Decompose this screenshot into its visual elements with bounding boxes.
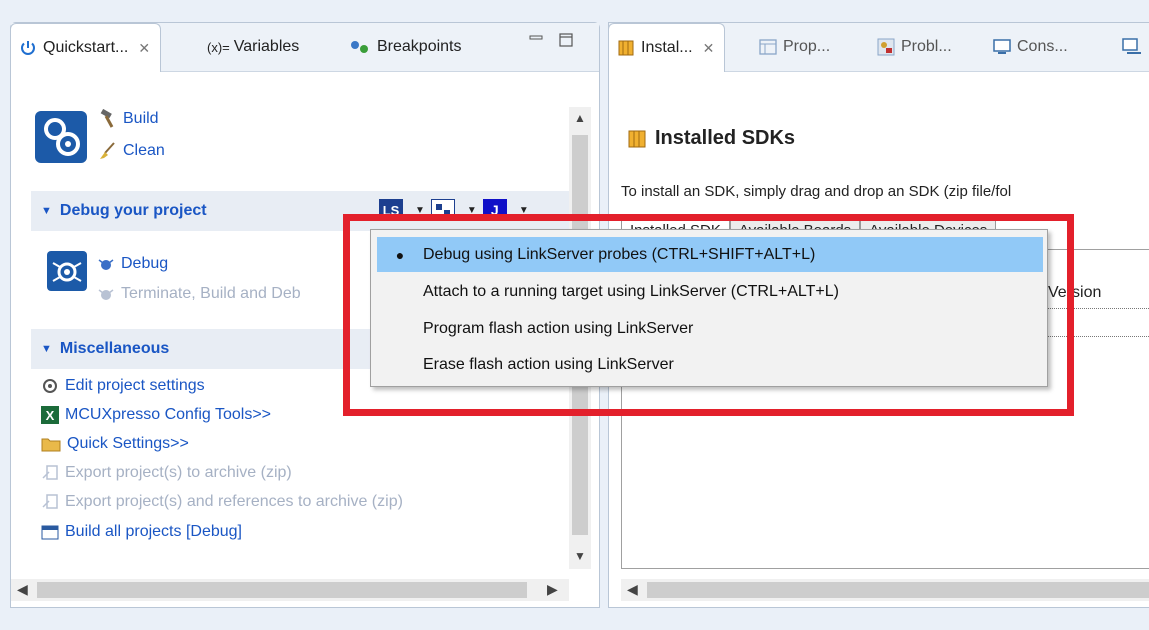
debug-label: Debug [121, 255, 169, 272]
sdk-stack-icon [617, 39, 635, 57]
linkserver-context-menu: ● Debug using LinkServer probes (CTRL+SH… [370, 229, 1048, 387]
menu-item-attach-linkserver[interactable]: Attach to a running target using LinkSer… [377, 274, 1043, 309]
breakpoints-icon [349, 39, 371, 55]
menu-item-label: Debug using LinkServer probes (CTRL+SHIF… [423, 245, 816, 263]
pemicro-dropdown-icon[interactable]: ▼ [467, 205, 477, 216]
broom-icon [97, 141, 117, 161]
misc-section-title: Miscellaneous [59, 340, 170, 357]
folder-settings-icon [41, 435, 61, 453]
clean-label: Clean [123, 142, 165, 159]
tab-console[interactable]: Cons... [993, 25, 1068, 69]
tab-breakpoints[interactable]: Breakpoints [349, 25, 462, 69]
sdk-stack-icon [627, 129, 647, 149]
scroll-up-icon[interactable]: ▲ [574, 111, 586, 125]
console-icon [993, 39, 1011, 55]
menu-item-erase-flash[interactable]: Erase flash action using LinkServer [377, 347, 1043, 382]
scroll-down-icon[interactable]: ▼ [574, 549, 586, 563]
sdk-title-label: Installed SDKs [655, 127, 796, 149]
tab-quickstart-label: Quickstart... [43, 39, 129, 56]
hammer-icon [97, 109, 117, 129]
linkserver-dropdown-icon[interactable]: ▼ [415, 205, 425, 216]
misc-item-build-all[interactable]: Build all projects [Debug] [41, 523, 242, 541]
problems-icon [877, 38, 895, 56]
config-tools-label: MCUXpresso Config Tools>> [65, 406, 272, 423]
power-icon [19, 39, 37, 57]
bug-disabled-icon [97, 285, 115, 303]
properties-icon [759, 39, 777, 55]
build-label: Build [123, 110, 159, 127]
debug-section-title: Debug your project [59, 202, 207, 219]
tab-properties-label: Prop... [783, 38, 831, 55]
left-tab-bar: Quickstart... ✕ (x)= Variables Breakpoin… [10, 23, 599, 72]
tab-installed-sdks[interactable]: Instal... ✕ [608, 23, 726, 72]
tab-problems-label: Probl... [901, 38, 952, 55]
edit-settings-label: Edit project settings [65, 377, 205, 394]
tab-breakpoints-label: Breakpoints [377, 38, 462, 55]
tab-installed-label: Instal... [641, 39, 693, 56]
config-tools-icon: X [41, 406, 59, 424]
debug-bug-icon [47, 251, 87, 291]
left-hscroll-thumb[interactable] [37, 582, 527, 598]
terminate-label: Terminate, Build and Deb [121, 285, 301, 302]
collapse-triangle-icon: ▼ [41, 343, 52, 355]
debug-link[interactable]: Debug [97, 255, 168, 273]
menu-item-label: Erase flash action using LinkServer [423, 355, 674, 373]
right-tab-bar: Instal... ✕ Prop... Probl... Cons... [608, 23, 1149, 72]
build-link[interactable]: Build [97, 109, 159, 129]
column-header-version[interactable]: Version [1048, 284, 1101, 302]
maximize-icon[interactable] [559, 33, 573, 47]
minimize-icon[interactable] [529, 33, 543, 47]
export-archive-icon [41, 464, 59, 482]
tab-console-label: Cons... [1017, 38, 1068, 55]
settings-gear-icon [41, 377, 59, 395]
pemicro-icon[interactable] [430, 199, 455, 221]
scroll-left-icon[interactable]: ◀ [17, 581, 28, 598]
selected-bullet-icon: ● [395, 246, 405, 263]
jlink-dropdown-icon[interactable]: ▼ [519, 205, 529, 216]
menu-item-debug-linkserver[interactable]: ● Debug using LinkServer probes (CTRL+SH… [377, 237, 1043, 272]
quick-settings-label: Quick Settings>> [67, 435, 189, 452]
terminate-build-debug-link: Terminate, Build and Deb [97, 285, 301, 303]
menu-item-program-flash[interactable]: Program flash action using LinkServer [377, 311, 1043, 346]
scroll-left-icon[interactable]: ◀ [627, 581, 638, 598]
misc-section-header[interactable]: ▼ Miscellaneous [31, 329, 371, 369]
linkserver-icon[interactable]: LS [379, 199, 403, 221]
misc-item-quick-settings[interactable]: Quick Settings>> [41, 435, 189, 453]
tab-properties[interactable]: Prop... [759, 25, 830, 69]
scroll-right-icon[interactable]: ▶ [547, 581, 558, 598]
build-gears-icon [35, 111, 87, 163]
segger-jlink-icon[interactable]: J [482, 199, 507, 221]
misc-item-edit-settings[interactable]: Edit project settings [41, 377, 205, 395]
sdk-instructions: To install an SDK, simply drag and drop … [621, 183, 1012, 200]
tab-variables[interactable]: (x)= Variables [207, 25, 299, 69]
collapse-triangle-icon: ▼ [41, 205, 52, 217]
tab-variables-label: Variables [233, 38, 300, 55]
tab-quickstart[interactable]: Quickstart... ✕ [10, 23, 162, 72]
misc-item-export: Export project(s) to archive (zip) [41, 464, 292, 482]
close-tab-icon[interactable]: ✕ [138, 40, 150, 57]
debug-toolbar: LS ▼ ▼ J ▼ [379, 199, 535, 221]
right-hscroll-thumb[interactable] [647, 582, 1149, 598]
export-label: Export project(s) to archive (zip) [65, 464, 292, 481]
clean-link[interactable]: Clean [97, 141, 165, 161]
overflow-view-icon[interactable] [1121, 37, 1143, 57]
variables-icon: (x)= [207, 39, 230, 55]
tab-problems[interactable]: Probl... [877, 25, 952, 69]
right-horizontal-scrollbar[interactable]: ◀ [621, 579, 1149, 601]
column-divider [1048, 308, 1149, 309]
menu-item-label: Attach to a running target using LinkSer… [423, 282, 839, 300]
menu-item-label: Program flash action using LinkServer [423, 319, 694, 337]
binary-build-icon [41, 523, 59, 541]
export-archive-icon [41, 493, 59, 511]
bug-icon [97, 255, 115, 273]
close-tab-icon[interactable]: ✕ [703, 40, 715, 57]
misc-item-config-tools[interactable]: X MCUXpresso Config Tools>> [41, 406, 271, 424]
sdk-page-title: Installed SDKs [627, 127, 795, 150]
column-divider [1048, 336, 1149, 337]
export-references-label: Export project(s) and references to arch… [65, 493, 403, 510]
left-horizontal-scrollbar[interactable]: ◀ ▶ [11, 579, 569, 601]
build-all-label: Build all projects [Debug] [65, 523, 242, 540]
misc-item-export-references: Export project(s) and references to arch… [41, 493, 403, 511]
